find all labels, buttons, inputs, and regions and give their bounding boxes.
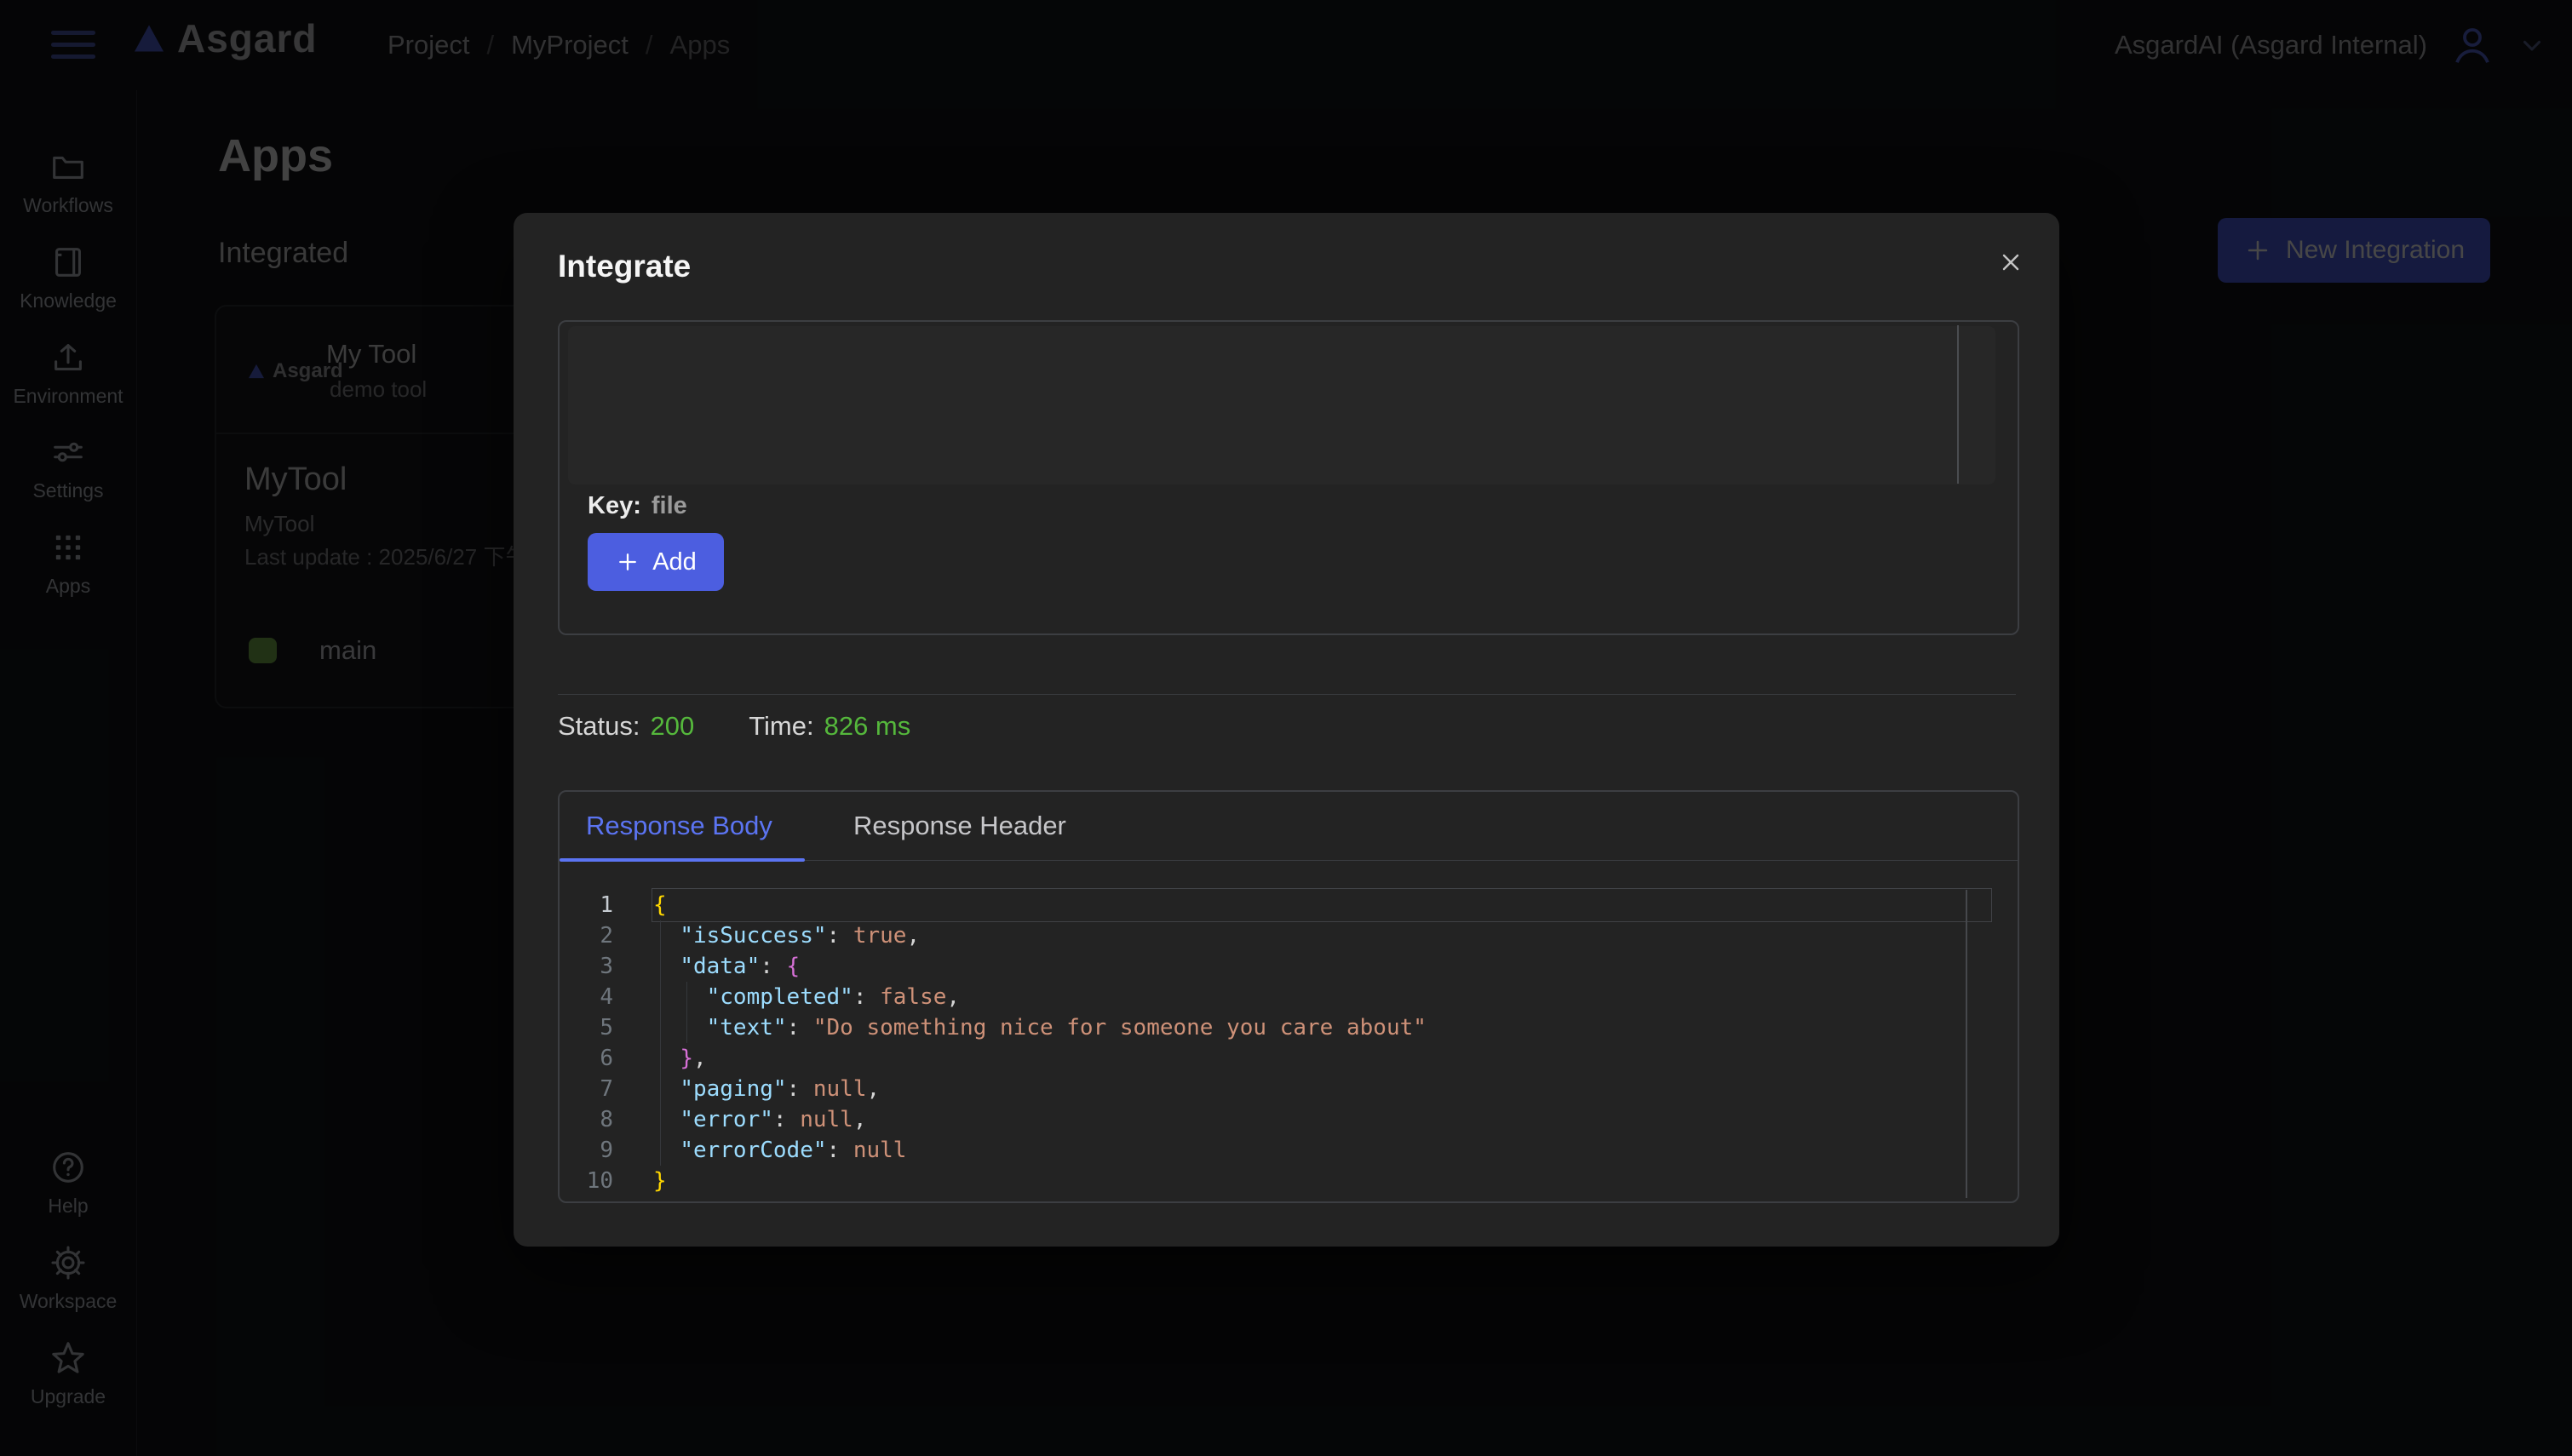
code-line: 4 "completed": false, xyxy=(560,982,2007,1012)
file-input-area[interactable] xyxy=(568,326,1995,484)
code-line: 1{ xyxy=(560,890,2007,920)
status-label: Status: xyxy=(558,711,640,742)
editor-scrollbar[interactable] xyxy=(1966,890,1967,1198)
add-button-label: Add xyxy=(652,548,697,576)
key-row: Key: file xyxy=(588,492,687,520)
code-line: 2 "isSuccess": true, xyxy=(560,920,2007,951)
code-line: 9 "errorCode": null xyxy=(560,1135,2007,1166)
code-line: 10} xyxy=(560,1166,2007,1196)
plus-icon xyxy=(615,549,640,575)
code-line: 6 }, xyxy=(560,1043,2007,1074)
close-button[interactable] xyxy=(1985,237,2036,288)
key-value: file xyxy=(652,492,687,520)
code-line: 8 "error": null, xyxy=(560,1104,2007,1135)
status-row: Status: 200 Time: 826 ms xyxy=(558,711,910,742)
close-icon xyxy=(1997,249,2024,276)
request-input-panel: Key: file Add xyxy=(558,320,2019,635)
code-line: 7 "paging": null, xyxy=(560,1074,2007,1104)
code-line: 5 "text": "Do something nice for someone… xyxy=(560,1012,2007,1043)
response-body-editor[interactable]: 1{2 "isSuccess": true,3 "data": {4 "comp… xyxy=(560,861,2014,1200)
time-value: 826 ms xyxy=(824,711,911,742)
code-line: 3 "data": { xyxy=(560,951,2007,982)
divider xyxy=(558,694,2016,695)
key-label: Key: xyxy=(588,492,641,520)
response-tabs: Response Body Response Header xyxy=(560,792,2018,861)
time-label: Time: xyxy=(749,711,813,742)
add-button[interactable]: Add xyxy=(588,533,724,591)
tab-response-header[interactable]: Response Header xyxy=(853,792,1066,860)
file-area-scrollbar[interactable] xyxy=(1957,325,1959,484)
tab-response-body[interactable]: Response Body xyxy=(586,792,772,860)
status-value: 200 xyxy=(651,711,695,742)
modal-title: Integrate xyxy=(558,249,691,284)
time-group: Time: 826 ms xyxy=(749,711,910,742)
response-panel: Response Body Response Header 1{2 "isSuc… xyxy=(558,790,2019,1203)
app-root: Asgard Project / MyProject / Apps Asgard… xyxy=(0,0,2572,1456)
integrate-modal: Integrate Key: file Add Status: 200 Time… xyxy=(514,213,2059,1247)
